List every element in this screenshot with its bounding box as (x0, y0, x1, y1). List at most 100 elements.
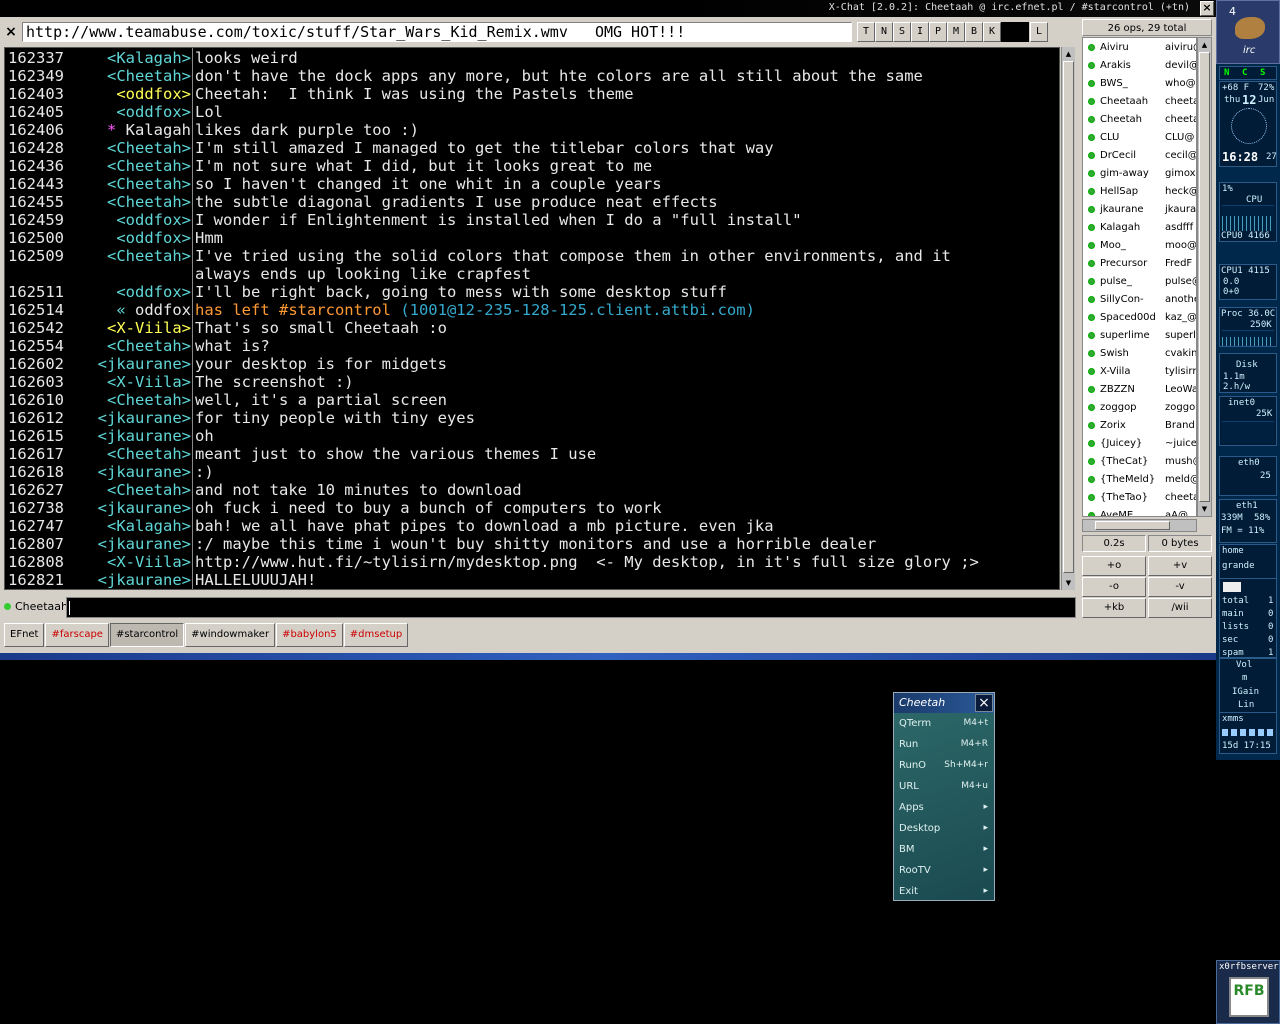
menu-item-desktop[interactable]: Desktop ▸ (894, 818, 994, 839)
tab-farscape[interactable]: #farscape (45, 623, 109, 647)
menu-item-runo[interactable]: RunO Sh+M4+r (894, 755, 994, 776)
nick-label[interactable]: <Cheetah> (107, 391, 191, 409)
user-row[interactable]: Moo_ moo@ (1083, 237, 1196, 255)
nick-label[interactable]: <Cheetah> (107, 247, 191, 265)
user-row[interactable]: Swish cvakin (1083, 345, 1196, 363)
scroll-thumb[interactable] (1063, 61, 1074, 573)
nick-label[interactable]: <Cheetah> (107, 157, 191, 175)
menu-item-exit[interactable]: Exit ▸ (894, 881, 994, 902)
rfb-dock-tile[interactable]: x0rfbserver RFB (1216, 960, 1280, 1024)
mode-button-l[interactable]: L (1030, 22, 1048, 42)
menu-item-bm[interactable]: BM ▸ (894, 839, 994, 860)
menu-item-qterm[interactable]: QTerm M4+t (894, 713, 994, 734)
userlist-button[interactable]: /wii (1148, 598, 1212, 618)
nick-label[interactable]: <jkaurane> (98, 499, 191, 517)
nick-label[interactable]: <jkaurane> (98, 409, 191, 427)
user-row[interactable]: BWS_ who@ (1083, 75, 1196, 93)
irc-dock-tile[interactable]: 4 irc (1216, 0, 1280, 64)
nick-label[interactable]: <Cheetah> (107, 481, 191, 499)
user-row[interactable]: zoggop zoggo (1083, 399, 1196, 417)
close-tab-icon[interactable]: × (3, 22, 19, 42)
menu-item-run[interactable]: Run M4+R (894, 734, 994, 755)
userlist-hscroll[interactable] (1082, 519, 1197, 532)
nick-label[interactable]: <Kalagah> (107, 49, 191, 67)
titlebar[interactable]: X-Chat [2.0.2]: Cheetaah @ irc.efnet.pl … (0, 0, 1216, 17)
user-row[interactable]: pulse_ pulse@ (1083, 273, 1196, 291)
nick-label[interactable]: <oddfox> (116, 103, 191, 121)
nick-label[interactable]: <oddfox> (116, 85, 191, 103)
user-row[interactable]: Zorix Brand (1083, 417, 1196, 435)
chat-scrollbar[interactable]: ▲ ▼ (1061, 47, 1075, 590)
mode-button-k[interactable]: K (983, 22, 1001, 42)
nick-label[interactable]: <jkaurane> (98, 355, 191, 373)
nick-label[interactable]: « oddfox (116, 301, 191, 319)
user-row[interactable]: DrCecil cecil@ (1083, 147, 1196, 165)
user-row[interactable]: Spaced00d kaz_@ (1083, 309, 1196, 327)
user-row[interactable]: X-Viila tylisirr (1083, 363, 1196, 381)
userlist-button[interactable]: +kb (1082, 598, 1146, 618)
nick-label[interactable]: <Cheetah> (107, 445, 191, 463)
nick-label[interactable]: <jkaurane> (98, 427, 191, 445)
nick-label[interactable]: <Cheetah> (107, 139, 191, 157)
mode-button-b[interactable]: B (965, 22, 983, 42)
user-row[interactable]: {TheCat} mush@ (1083, 453, 1196, 471)
user-row[interactable]: Cheetah cheeta (1083, 111, 1196, 129)
user-row[interactable]: HellSap heck@ (1083, 183, 1196, 201)
nick-label[interactable]: <Cheetah> (107, 193, 191, 211)
user-row[interactable]: superlime superli (1083, 327, 1196, 345)
user-row[interactable]: Kalagah asdfff (1083, 219, 1196, 237)
user-row[interactable]: Cheetaah cheeta (1083, 93, 1196, 111)
nick-label[interactable]: <X-Viila> (107, 553, 191, 571)
nick-label[interactable]: <oddfox> (116, 229, 191, 247)
mode-button-m[interactable]: M (947, 22, 965, 42)
xmms-app[interactable]: xmms 15d 17:15 (1219, 712, 1277, 754)
user-row[interactable]: Arakis devil@ (1083, 57, 1196, 75)
userlist-button[interactable]: +v (1148, 556, 1212, 576)
menu-item-url[interactable]: URL M4+u (894, 776, 994, 797)
mixer-app[interactable]: Vol m IGain Lin (1219, 658, 1277, 714)
user-row[interactable]: {TheTao} cheeta (1083, 489, 1196, 507)
scroll-thumb[interactable] (1199, 52, 1210, 502)
nick-label[interactable]: <jkaurane> (98, 463, 191, 481)
user-row[interactable]: ZBZZN LeoWa (1083, 381, 1196, 399)
scroll-up-icon[interactable]: ▲ (1063, 48, 1074, 60)
user-row[interactable]: CLU CLU@ (1083, 129, 1196, 147)
scroll-thumb[interactable] (1095, 521, 1170, 530)
nick-label[interactable]: <jkaurane> (98, 571, 191, 589)
scroll-down-icon[interactable]: ▼ (1063, 577, 1074, 589)
user-row[interactable]: gim-away gimox (1083, 165, 1196, 183)
menu-item-apps[interactable]: Apps ▸ (894, 797, 994, 818)
tab-starcontrol[interactable]: #starcontrol (109, 623, 185, 647)
nick-label[interactable]: <Cheetah> (107, 337, 191, 355)
tab-babylon5[interactable]: #babylon5 (276, 623, 343, 647)
menu-close-icon[interactable]: × (975, 694, 993, 712)
nick-label[interactable]: <X-Viila> (107, 373, 191, 391)
mount-app[interactable]: home grande (1219, 544, 1277, 580)
mode-button-i[interactable]: I (911, 22, 929, 42)
my-nick[interactable]: Cheetaah (4, 600, 68, 613)
user-row[interactable]: Precursor FredF (1083, 255, 1196, 273)
xmms-controls-icon[interactable] (1222, 729, 1274, 736)
userlist-button[interactable]: -v (1148, 577, 1212, 597)
nick-label[interactable]: <oddfox> (116, 211, 191, 229)
user-row[interactable]: AyeME aA@ (1083, 507, 1196, 516)
nick-label[interactable]: <Cheetah> (107, 67, 191, 85)
nick-label[interactable]: * Kalagah (107, 121, 191, 139)
userlist-vscroll[interactable]: ▲ ▼ (1197, 37, 1212, 517)
nick-label[interactable]: <Kalagah> (107, 517, 191, 535)
nick-label[interactable]: <jkaurane> (98, 535, 191, 553)
user-row[interactable]: jkaurane jkaurar (1083, 201, 1196, 219)
scroll-up-icon[interactable]: ▲ (1199, 39, 1210, 51)
nick-label[interactable]: <oddfox> (116, 283, 191, 301)
mode-button-p[interactable]: P (929, 22, 947, 42)
mode-key-field[interactable] (1001, 22, 1029, 42)
userlist-button[interactable]: -o (1082, 577, 1146, 597)
tab-efnet[interactable]: EFnet (4, 623, 45, 647)
wm-buttons-app[interactable]: NCS (1219, 66, 1277, 80)
user-row[interactable]: Aiviru aiviru@ (1083, 39, 1196, 57)
user-list[interactable]: Aiviru aiviru@ Arakis devil@ BWS_ who@ Cheetaa… (1082, 37, 1197, 517)
menu-item-rootv[interactable]: RooTV ▸ (894, 860, 994, 881)
tab-dmsetup[interactable]: #dmsetup (343, 623, 409, 647)
nick-label[interactable]: <X-Viila> (107, 319, 191, 337)
topic-field[interactable]: http://www.teamabuse.com/toxic/stuff/Sta… (22, 22, 852, 42)
